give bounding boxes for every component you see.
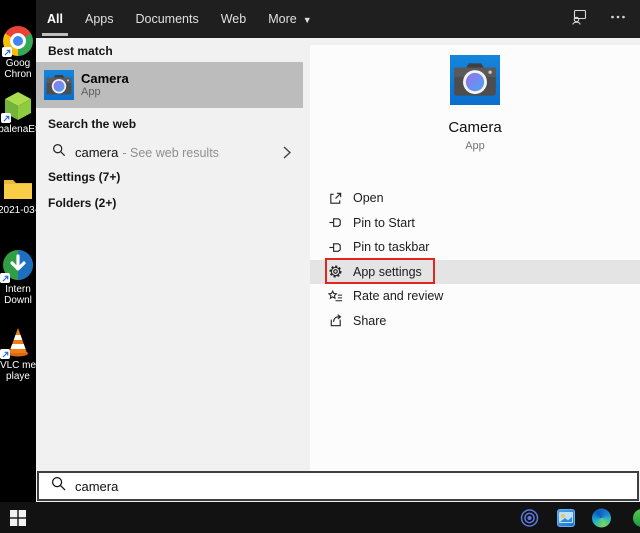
desktop: Goog Chron balenaEt 2021-03 Intern Downl… <box>0 0 36 502</box>
app-title: Camera <box>448 119 502 136</box>
shortcut-arrow-icon <box>0 349 10 359</box>
share-icon <box>330 314 342 327</box>
desktop-icon-label: 2021-03- <box>0 205 36 216</box>
results-panel: Best match Camera App Search the web cam… <box>36 38 303 471</box>
action-label: Rate and review <box>353 289 444 304</box>
selected-tab-underline <box>41 33 68 36</box>
shortcut-arrow-icon <box>1 113 11 123</box>
app-subtitle: App <box>465 140 485 152</box>
web-suffix: - See web results <box>122 145 219 160</box>
web-result-camera[interactable]: camera - See web results <box>36 138 303 166</box>
desktop-icon-google-chrome[interactable]: Goog Chron <box>0 26 36 80</box>
search-bar[interactable] <box>37 471 639 501</box>
search-input[interactable] <box>75 478 555 494</box>
rate-icon <box>328 289 343 301</box>
action-label: Share <box>353 313 387 328</box>
settings-group-header[interactable]: Settings (7+) <box>48 170 120 184</box>
pin-icon <box>329 218 341 228</box>
desktop-icon-label: Goog Chron <box>4 58 32 80</box>
ellipsis-icon[interactable] <box>610 9 626 30</box>
vlc-icon <box>0 326 35 359</box>
action-rate-and-review[interactable]: Rate and review <box>310 284 640 309</box>
taskbar <box>0 502 640 533</box>
best-match-header: Best match <box>48 44 113 58</box>
hidden-app-icon[interactable] <box>633 508 640 527</box>
tab-apps[interactable]: Apps <box>74 0 125 38</box>
desktop-icon-label: Intern Downl <box>4 284 32 306</box>
search-web-header: Search the web <box>48 117 137 131</box>
camera-app-icon <box>44 70 74 100</box>
photos-app-icon[interactable] <box>557 508 575 527</box>
action-app-settings[interactable]: App settings <box>310 259 640 284</box>
action-label: Pin to taskbar <box>353 240 430 255</box>
folders-group-header[interactable]: Folders (2+) <box>48 196 116 210</box>
idm-icon <box>0 248 35 283</box>
tab-more[interactable]: More ▼ <box>257 0 322 38</box>
action-share[interactable]: Share <box>310 309 640 334</box>
tab-label: Apps <box>84 12 114 26</box>
feedback-icon[interactable] <box>570 8 588 31</box>
best-match-subtitle: App <box>81 86 101 98</box>
preview-panel: Camera App Open Pin to Start Pin to task… <box>310 45 640 471</box>
action-pin-to-taskbar[interactable]: Pin to taskbar <box>310 235 640 260</box>
search-results-area: Best match Camera App Search the web cam… <box>36 38 640 471</box>
desktop-icon-label: VLC me playe <box>0 360 36 382</box>
tab-label: Documents <box>135 12 199 26</box>
app-actions-list: Open Pin to Start Pin to taskbar App set… <box>310 186 640 333</box>
tab-label: Web <box>220 12 247 26</box>
web-query: camera <box>75 144 119 160</box>
web-result-text: camera - See web results <box>75 145 219 160</box>
gear-icon <box>329 265 342 278</box>
tab-web[interactable]: Web <box>210 0 257 38</box>
desktop-icon-idm[interactable]: Intern Downl <box>0 248 36 306</box>
start-button[interactable] <box>10 509 26 526</box>
edge-icon[interactable] <box>592 508 611 527</box>
search-icon <box>52 143 66 162</box>
desktop-icon-label: balenaEt <box>0 124 36 135</box>
tab-documents[interactable]: Documents <box>124 0 209 38</box>
camera-app-icon-large <box>450 55 500 105</box>
best-match-result-camera[interactable]: Camera App <box>36 62 303 108</box>
tab-label: All <box>47 12 63 26</box>
shortcut-arrow-icon <box>0 273 10 283</box>
connect-icon[interactable] <box>520 508 539 527</box>
best-match-title: Camera <box>81 71 129 86</box>
app-header: Camera App <box>310 45 640 152</box>
best-match-text: Camera App <box>81 71 129 99</box>
chevron-down-icon: ▼ <box>302 15 312 25</box>
action-pin-to-start[interactable]: Pin to Start <box>310 211 640 236</box>
action-label: Pin to Start <box>353 215 415 230</box>
shortcut-arrow-icon <box>2 47 12 57</box>
desktop-icon-folder[interactable]: 2021-03- <box>0 175 36 216</box>
search-window: All Apps Documents Web More ▼ Best match… <box>36 0 640 502</box>
tab-all[interactable]: All <box>36 0 74 38</box>
search-filter-bar: All Apps Documents Web More ▼ <box>36 0 640 38</box>
open-icon <box>330 192 342 204</box>
windows-desktop: Goog Chron balenaEt 2021-03 Intern Downl… <box>0 0 640 533</box>
balena-etcher-icon <box>1 90 34 123</box>
action-label: Open <box>353 191 384 206</box>
chrome-icon <box>2 26 33 57</box>
action-open[interactable]: Open <box>310 186 640 211</box>
folder-icon <box>2 175 34 203</box>
search-icon <box>51 476 66 496</box>
chevron-right-icon[interactable] <box>283 146 292 164</box>
desktop-icon-balena-etcher[interactable]: balenaEt <box>0 90 36 135</box>
desktop-icon-vlc[interactable]: VLC me playe <box>0 326 36 382</box>
action-label: App settings <box>353 264 422 279</box>
pin-icon <box>329 242 341 252</box>
tab-label: More <box>268 12 297 26</box>
